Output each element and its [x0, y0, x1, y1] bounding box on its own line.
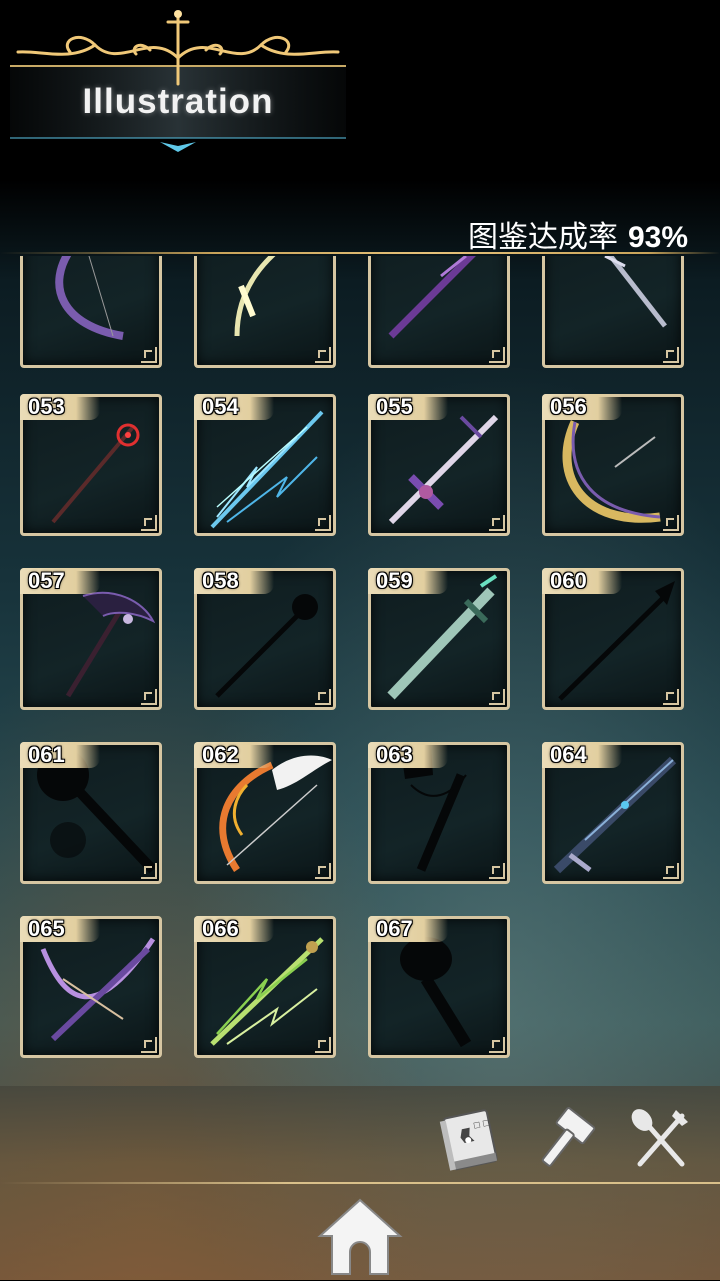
weapon-card[interactable]: 065: [20, 916, 162, 1058]
weapon-card[interactable]: 058: [194, 568, 336, 710]
corner-ornament-icon: [663, 347, 679, 363]
weapon-card[interactable]: 067: [368, 916, 510, 1058]
toolbar-divider: [0, 1182, 720, 1184]
corner-ornament-icon: [315, 1037, 331, 1053]
home-button[interactable]: [316, 1196, 404, 1276]
corner-ornament-icon: [663, 863, 679, 879]
corner-ornament-icon: [141, 515, 157, 531]
dark-purple-bow-icon: [55, 256, 124, 340]
weapon-card[interactable]: 054: [194, 394, 336, 536]
cutlery-button[interactable]: [626, 1104, 696, 1174]
weapon-card[interactable]: [542, 256, 684, 368]
corner-ornament-icon: [489, 1037, 505, 1053]
item-number: 066: [194, 916, 274, 942]
page-title: Illustration: [82, 82, 274, 121]
item-number: 059: [368, 568, 448, 594]
corner-ornament-icon: [489, 689, 505, 705]
title-banner: Illustration: [0, 0, 360, 170]
home-icon: [317, 1198, 403, 1275]
corner-ornament-icon: [315, 863, 331, 879]
corner-ornament-icon: [315, 347, 331, 363]
weapon-card[interactable]: [194, 256, 336, 368]
weapon-card[interactable]: 066: [194, 916, 336, 1058]
corner-ornament-icon: [663, 515, 679, 531]
weapon-card[interactable]: 059: [368, 568, 510, 710]
hammer-icon: [541, 1107, 596, 1167]
illustration-grid[interactable]: 053 054 055 056 057 058 059 060 061 062 063 064 065 0…: [0, 256, 720, 1086]
item-number: 058: [194, 568, 274, 594]
silver-lance-icon: [604, 256, 667, 328]
corner-ornament-icon: [315, 515, 331, 531]
book-button[interactable]: ☐ ☐: [434, 1104, 504, 1174]
weapon-card[interactable]: 064: [542, 742, 684, 884]
item-number: 057: [20, 568, 100, 594]
weapon-card[interactable]: 060: [542, 568, 684, 710]
item-number: 067: [368, 916, 448, 942]
item-number: 062: [194, 742, 274, 768]
weapon-card[interactable]: 056: [542, 394, 684, 536]
book-icon: ☐ ☐: [439, 1109, 498, 1171]
light-bow-icon: [234, 256, 276, 337]
weapon-card[interactable]: 055: [368, 394, 510, 536]
item-number: 064: [542, 742, 622, 768]
corner-ornament-icon: [141, 689, 157, 705]
corner-ornament-icon: [141, 347, 157, 363]
corner-ornament-icon: [489, 347, 505, 363]
weapon-card[interactable]: [368, 256, 510, 368]
divider: [0, 252, 720, 254]
hammer-button[interactable]: [530, 1104, 600, 1174]
completion-rate: 图鉴达成率 93%: [468, 212, 688, 256]
item-number: 065: [20, 916, 100, 942]
weapon-card[interactable]: 053: [20, 394, 162, 536]
item-number: 054: [194, 394, 274, 420]
fork-knife-icon: [631, 1109, 688, 1167]
corner-ornament-icon: [663, 689, 679, 705]
corner-ornament-icon: [141, 1037, 157, 1053]
item-number: 053: [20, 394, 100, 420]
corner-ornament-icon: [489, 863, 505, 879]
corner-ornament-icon: [489, 515, 505, 531]
weapon-card[interactable]: 057: [20, 568, 162, 710]
item-number: 055: [368, 394, 448, 420]
item-number: 061: [20, 742, 100, 768]
weapon-card[interactable]: 062: [194, 742, 336, 884]
corner-ornament-icon: [141, 863, 157, 879]
item-number: 056: [542, 394, 622, 420]
item-number: 060: [542, 568, 622, 594]
completion-value: 93%: [627, 221, 688, 254]
item-number: 063: [368, 742, 448, 768]
corner-ornament-icon: [315, 689, 331, 705]
weapon-card[interactable]: [20, 256, 162, 368]
purple-lance-icon: [388, 256, 476, 339]
completion-label: 图鉴达成率: [467, 221, 618, 254]
weapon-card[interactable]: 061: [20, 742, 162, 884]
weapon-card[interactable]: 063: [368, 742, 510, 884]
